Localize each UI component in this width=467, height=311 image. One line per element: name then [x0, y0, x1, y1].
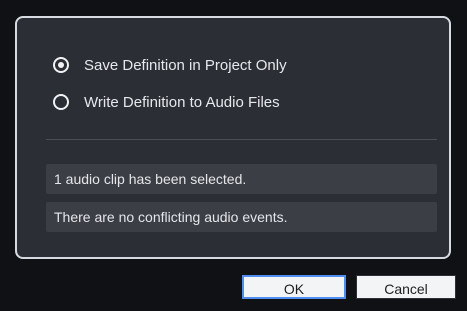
divider — [46, 139, 437, 140]
save-definition-project-label: Save Definition in Project Only — [84, 56, 287, 74]
cancel-button[interactable]: Cancel — [356, 275, 456, 299]
options-panel: Save Definition in Project Only Write De… — [15, 16, 451, 259]
write-definition-audio-option[interactable]: Write Definition to Audio Files — [53, 90, 280, 114]
selected-clips-message: 1 audio clip has been selected. — [46, 164, 437, 194]
save-definition-project-option[interactable]: Save Definition in Project Only — [53, 53, 287, 77]
ok-button[interactable]: OK — [242, 275, 346, 299]
write-definition-audio-label: Write Definition to Audio Files — [84, 93, 280, 111]
radio-unselected-icon[interactable] — [53, 94, 69, 110]
radio-selected-icon[interactable] — [53, 57, 69, 73]
definition-dialog: Save Definition in Project Only Write De… — [0, 0, 467, 311]
conflict-status-message: There are no conflicting audio events. — [46, 202, 437, 232]
